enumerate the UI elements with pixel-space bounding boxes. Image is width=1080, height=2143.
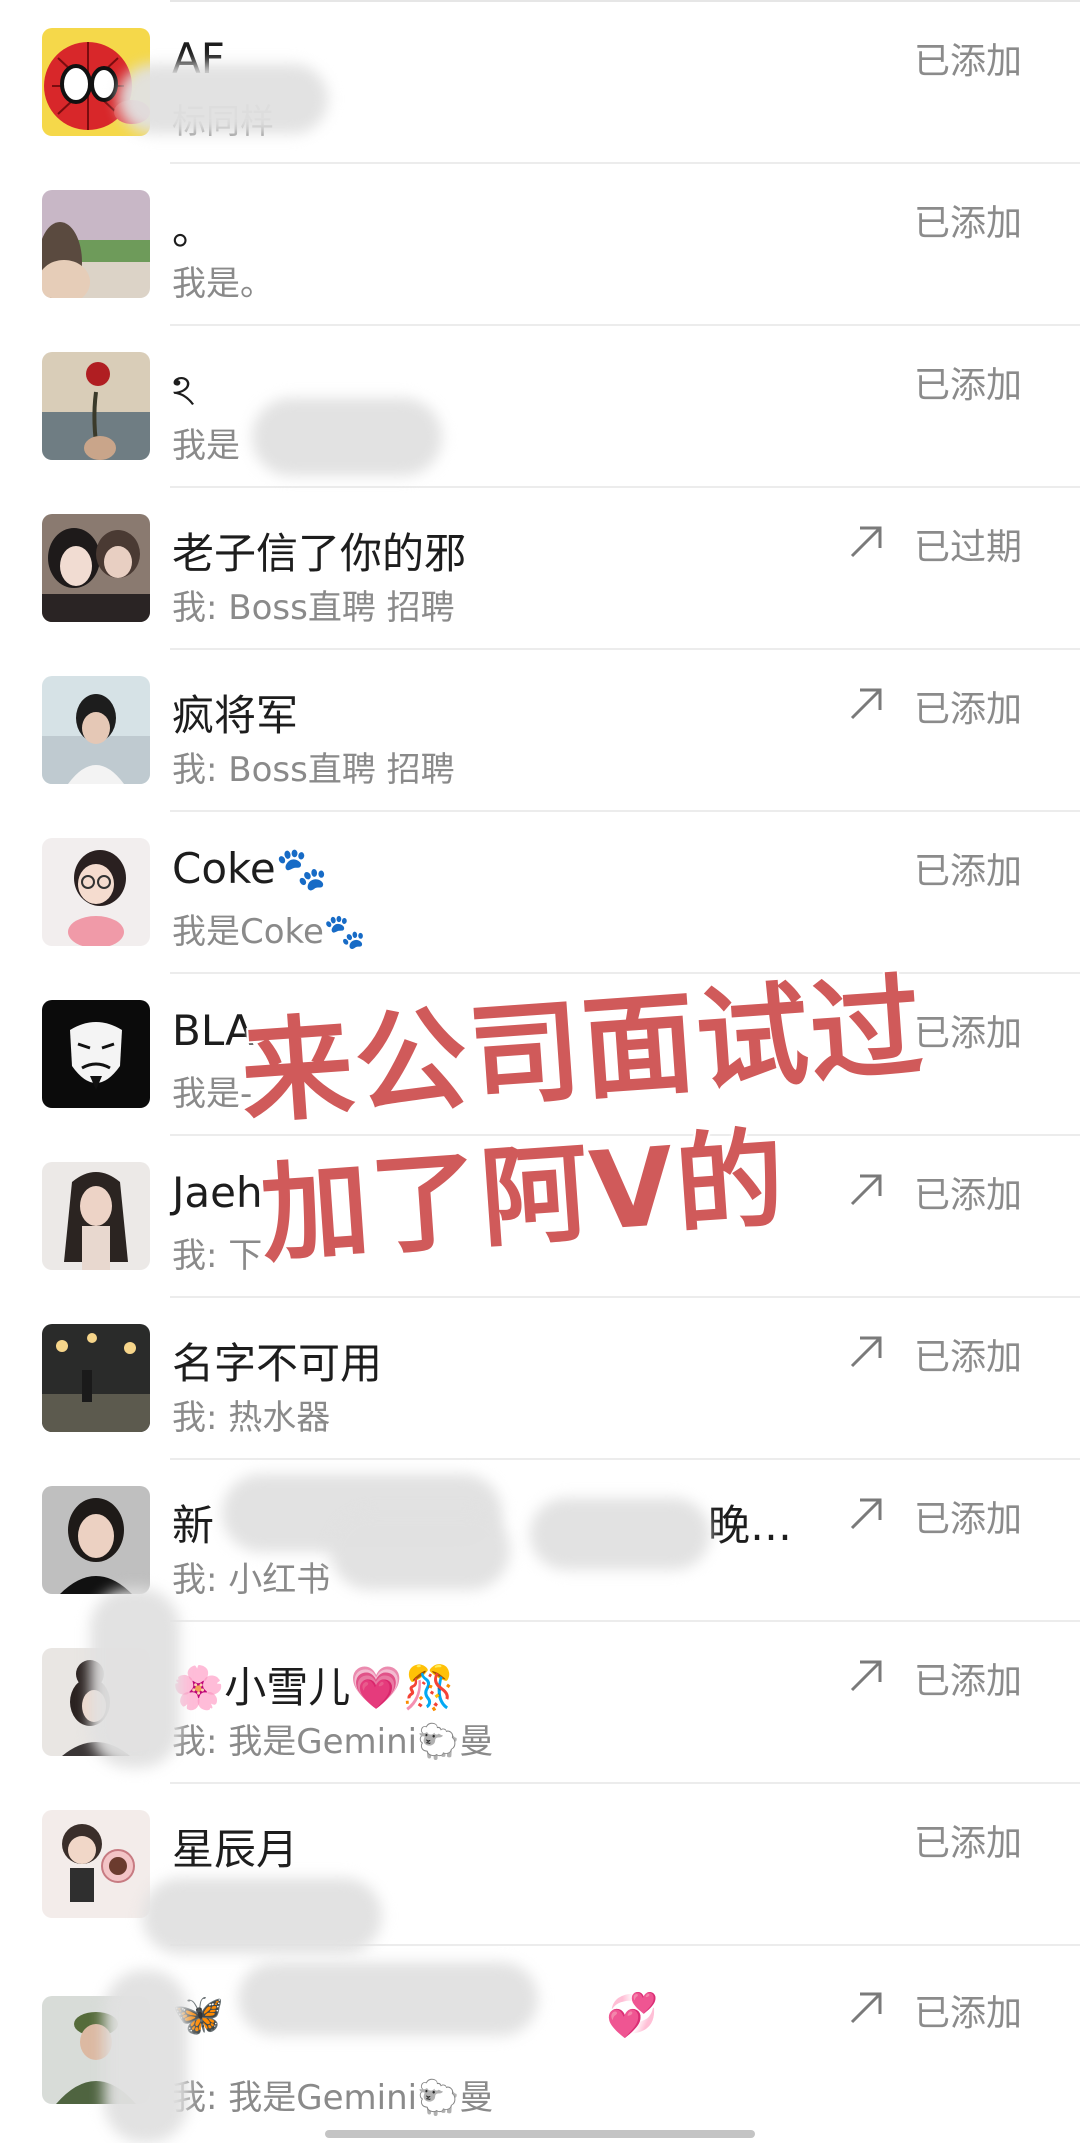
share-arrow-icon[interactable] — [846, 522, 886, 562]
contact-message: 我: Boss直聘 招聘 — [172, 588, 455, 628]
status-label[interactable]: 已添加 — [914, 356, 1022, 408]
contact-name: 疯将军 — [172, 691, 299, 740]
contact-name: 名字不可用 — [172, 1339, 383, 1388]
avatar-cartoon-girl — [42, 838, 150, 946]
contact-row[interactable]: ঽ 我是 已添加 — [0, 326, 1080, 488]
contact-name-tail: 💞 — [606, 1990, 659, 2039]
privacy-blur — [252, 398, 442, 476]
contact-row[interactable]: BLA 我是- 已添加 — [0, 974, 1080, 1136]
contact-name: Jaeh — [172, 1168, 263, 1217]
contact-message: 我是。 — [172, 264, 274, 304]
contact-message: 我: 我是Gemini🐑曼 — [172, 1722, 494, 1762]
home-indicator[interactable] — [325, 2130, 755, 2138]
status-label[interactable]: 已添加 — [914, 32, 1022, 84]
status-label[interactable]: 已添加 — [914, 1328, 1022, 1380]
share-arrow-icon[interactable] — [846, 1656, 886, 1696]
share-arrow-icon[interactable] — [846, 1170, 886, 1210]
privacy-blur — [238, 1962, 538, 2036]
avatar-woman-portrait — [42, 1486, 150, 1594]
contact-name: 星辰月 — [172, 1825, 299, 1874]
contact-message: 我: Boss直聘 招聘 — [172, 750, 455, 790]
share-arrow-icon[interactable] — [846, 1988, 886, 2028]
privacy-blur — [104, 1970, 188, 2143]
avatar-anime-couple — [42, 514, 150, 622]
status-label[interactable]: 已添加 — [914, 1814, 1022, 1866]
privacy-blur — [330, 1510, 510, 1590]
contact-row[interactable]: Jaeh 我: 下 已添加 — [0, 1136, 1080, 1298]
contact-message: 我是Coke🐾 — [172, 912, 367, 952]
contact-message: 我: 热水器 — [172, 1398, 331, 1438]
contact-message: 我: 小红书 — [172, 1560, 331, 1600]
avatar-boy-photo — [42, 676, 150, 784]
contact-message: 我是 — [172, 426, 240, 466]
contact-name-tail: 晚… — [708, 1501, 793, 1550]
avatar-long-hair-girl — [42, 1162, 150, 1270]
share-arrow-icon[interactable] — [846, 1332, 886, 1372]
privacy-blur — [530, 1498, 710, 1570]
status-label[interactable]: 已添加 — [914, 1490, 1022, 1542]
status-label[interactable]: 已添加 — [914, 680, 1022, 732]
contact-row[interactable]: 名字不可用 我: 热水器 已添加 — [0, 1298, 1080, 1460]
contact-name: BLA — [172, 1006, 254, 1055]
contact-name: Coke🐾 — [172, 844, 328, 893]
contact-message: 我: 下 — [172, 1236, 263, 1276]
status-label[interactable]: 已添加 — [914, 1004, 1022, 1056]
avatar-night-street — [42, 1324, 150, 1432]
contact-name: 新 — [172, 1501, 215, 1550]
contact-row[interactable]: 疯将军 我: Boss直聘 招聘 已添加 — [0, 650, 1080, 812]
status-label[interactable]: 已添加 — [914, 842, 1022, 894]
share-arrow-icon[interactable] — [846, 1494, 886, 1534]
avatar-chibi-boy — [42, 1810, 150, 1918]
status-label[interactable]: 已过期 — [914, 518, 1022, 570]
share-arrow-icon[interactable] — [846, 684, 886, 724]
contact-row[interactable]: 。 我是。 已添加 — [0, 164, 1080, 326]
contact-row[interactable]: Coke🐾 我是Coke🐾 已添加 — [0, 812, 1080, 974]
avatar-mask — [42, 1000, 150, 1108]
avatar-field-photo — [42, 190, 150, 298]
contact-row[interactable]: 老子信了你的邪 我: Boss直聘 招聘 已过期 — [0, 488, 1080, 650]
privacy-blur — [90, 1588, 180, 1768]
status-label[interactable]: 已添加 — [914, 1652, 1022, 1704]
status-label[interactable]: 已添加 — [914, 194, 1022, 246]
status-label[interactable]: 已添加 — [914, 1166, 1022, 1218]
avatar-rose-photo — [42, 352, 150, 460]
contact-name: 。 — [172, 205, 215, 254]
contact-message: 我是- — [172, 1074, 253, 1114]
contact-name: 老子信了你的邪 — [172, 529, 467, 578]
status-label[interactable]: 已添加 — [914, 1984, 1022, 2036]
privacy-blur — [142, 1878, 382, 1954]
contact-message: 我: 我是Gemini🐑曼 — [172, 2078, 494, 2118]
contact-name: 🌸小雪儿💗🎊 — [172, 1663, 455, 1712]
privacy-blur — [118, 64, 328, 134]
